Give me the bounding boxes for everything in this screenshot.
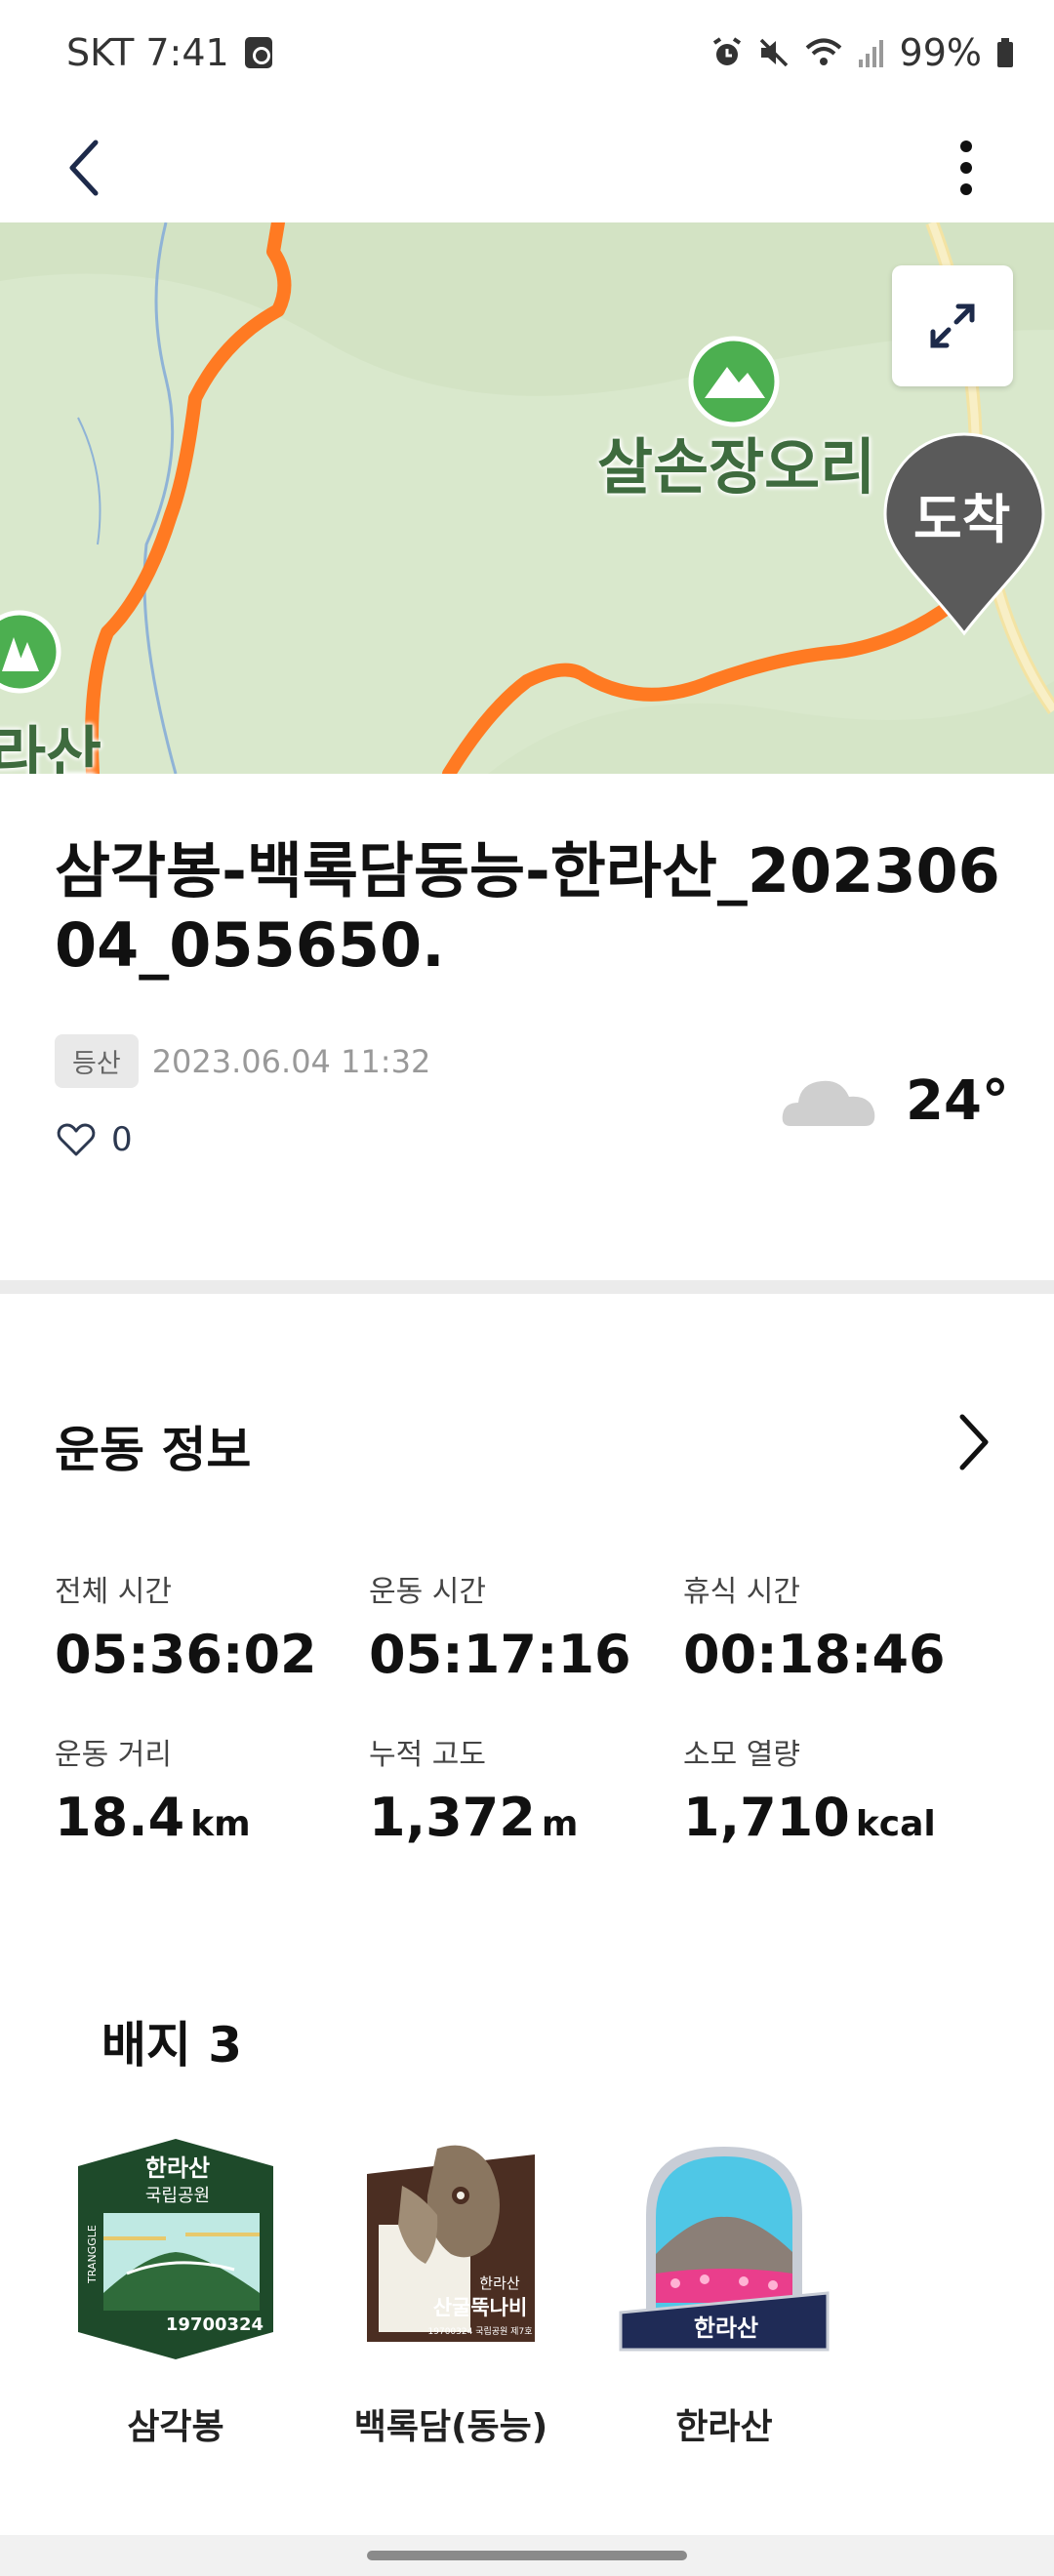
map-label-left: 라산	[0, 719, 102, 774]
stat-number: 05:36:02	[55, 1624, 317, 1685]
badge-item[interactable]: 한라산 한라산	[607, 2137, 841, 2449]
badge-list: 한라산 국립공원 19700324 TRANGGLE 삼각봉 한라산 산굴뚝나비…	[55, 2137, 1011, 2459]
more-vertical-icon	[960, 141, 972, 195]
more-button[interactable]	[937, 129, 995, 207]
badge-item[interactable]: 한라산 산굴뚝나비 19700324 국립공원 제7호 백록담(동능)	[334, 2137, 568, 2449]
status-right: 99%	[710, 31, 1015, 74]
stat-distance: 운동 거리 18.4 km	[55, 1730, 369, 1848]
stat-total-time: 전체 시간 05:36:02	[55, 1567, 369, 1685]
stat-label: 소모 열량	[683, 1738, 800, 1772]
record-title: 삼각봉-백록담동능-한라산_20230604_055650.	[55, 835, 1000, 981]
alarm-icon	[712, 37, 741, 65]
stat-label: 전체 시간	[55, 1575, 172, 1609]
carrier-time: SKT 7:41	[66, 31, 229, 74]
temperature: 24°	[906, 1069, 1009, 1133]
chevron-left-icon	[69, 140, 99, 196]
badge-name: 백록담(동능)	[353, 2407, 548, 2447]
like-button[interactable]: 0	[57, 1120, 133, 1159]
signal-icon	[858, 40, 883, 67]
wifi-icon	[805, 38, 841, 65]
svg-text:국립공원: 국립공원	[145, 2186, 210, 2206]
home-indicator[interactable]	[367, 2551, 687, 2560]
battery-icon	[997, 38, 1013, 67]
expand-map-button[interactable]	[892, 265, 1013, 386]
back-button[interactable]	[55, 129, 113, 207]
stat-unit: m	[541, 1804, 579, 1844]
badge-hallasan-icon: 한라산	[619, 2147, 830, 2352]
route-map[interactable]: 살손장오리 라산 도착	[0, 222, 1054, 774]
stat-label: 휴식 시간	[683, 1575, 800, 1609]
record-datetime: 2023.06.04 11:32	[151, 1042, 431, 1080]
badge-name: 한라산	[675, 2407, 773, 2447]
stat-calories: 소모 열량 1,710 kcal	[683, 1730, 997, 1848]
stat-number: 1,372	[369, 1787, 536, 1848]
stat-elevation: 누적 고도 1,372 m	[369, 1730, 683, 1848]
mute-icon	[759, 38, 788, 67]
stat-number: 00:18:46	[683, 1624, 946, 1685]
badge-item[interactable]: 한라산 국립공원 19700324 TRANGGLE 삼각봉	[59, 2137, 293, 2449]
notification-icon	[244, 37, 272, 68]
status-bar: SKT 7:41 99%	[0, 0, 1054, 117]
svg-text:19700324: 19700324	[166, 2314, 264, 2335]
svg-text:산굴뚝나비: 산굴뚝나비	[433, 2296, 528, 2319]
arrival-label: 도착	[913, 489, 1011, 550]
stat-label: 운동 시간	[369, 1575, 486, 1609]
heart-icon	[57, 1123, 96, 1156]
svg-text:한라산: 한라산	[145, 2154, 210, 2182]
stat-unit: kcal	[855, 1804, 936, 1844]
svg-text:TRANGGLE: TRANGGLE	[86, 2225, 99, 2284]
svg-text:한라산: 한라산	[694, 2314, 758, 2342]
stat-value: 18.4 km	[55, 1787, 369, 1848]
cloud-icon	[782, 1080, 875, 1126]
stat-unit: km	[190, 1804, 251, 1844]
stat-number: 1,710	[683, 1787, 850, 1848]
stat-exercise-time: 운동 시간 05:17:16	[369, 1567, 683, 1685]
stat-value: 05:17:16	[369, 1624, 683, 1685]
meta-row: 등산 2023.06.04 11:32	[55, 1034, 430, 1088]
stat-rest-time: 휴식 시간 00:18:46	[683, 1567, 997, 1685]
stat-label: 누적 고도	[369, 1738, 486, 1772]
top-bar	[0, 117, 1054, 224]
chevron-right-icon[interactable]	[954, 1413, 993, 1471]
svg-text:한라산: 한라산	[479, 2274, 520, 2292]
badge-samgakbong-icon: 한라산 국립공원 19700324 TRANGGLE	[78, 2139, 273, 2359]
badge-baengnokdam-icon: 한라산 산굴뚝나비 19700324 국립공원 제7호	[367, 2145, 535, 2342]
category-tag: 등산	[55, 1034, 139, 1088]
svg-text:19700324 국립공원 제7호: 19700324 국립공원 제7호	[428, 2326, 533, 2337]
section-divider	[0, 1280, 1054, 1294]
expand-icon	[930, 303, 975, 348]
exercise-stats: 전체 시간 05:36:02 운동 시간 05:17:16 휴식 시간 00:1…	[55, 1567, 1011, 1848]
stat-number: 05:17:16	[369, 1624, 631, 1685]
badges-title: 배지 3	[101, 2017, 243, 2073]
stat-number: 18.4	[55, 1787, 185, 1848]
exercise-info-title[interactable]: 운동 정보	[55, 1411, 251, 1481]
stat-value: 05:36:02	[55, 1624, 369, 1685]
stat-value: 1,710 kcal	[683, 1787, 997, 1848]
battery-percent: 99%	[899, 31, 982, 74]
stat-value: 00:18:46	[683, 1624, 997, 1685]
stat-value: 1,372 m	[369, 1787, 683, 1848]
badge-name: 삼각봉	[127, 2407, 224, 2447]
like-count: 0	[111, 1120, 133, 1159]
peak-label: 살손장오리	[597, 431, 876, 503]
stat-label: 운동 거리	[55, 1738, 172, 1772]
status-left: SKT 7:41	[66, 31, 272, 74]
